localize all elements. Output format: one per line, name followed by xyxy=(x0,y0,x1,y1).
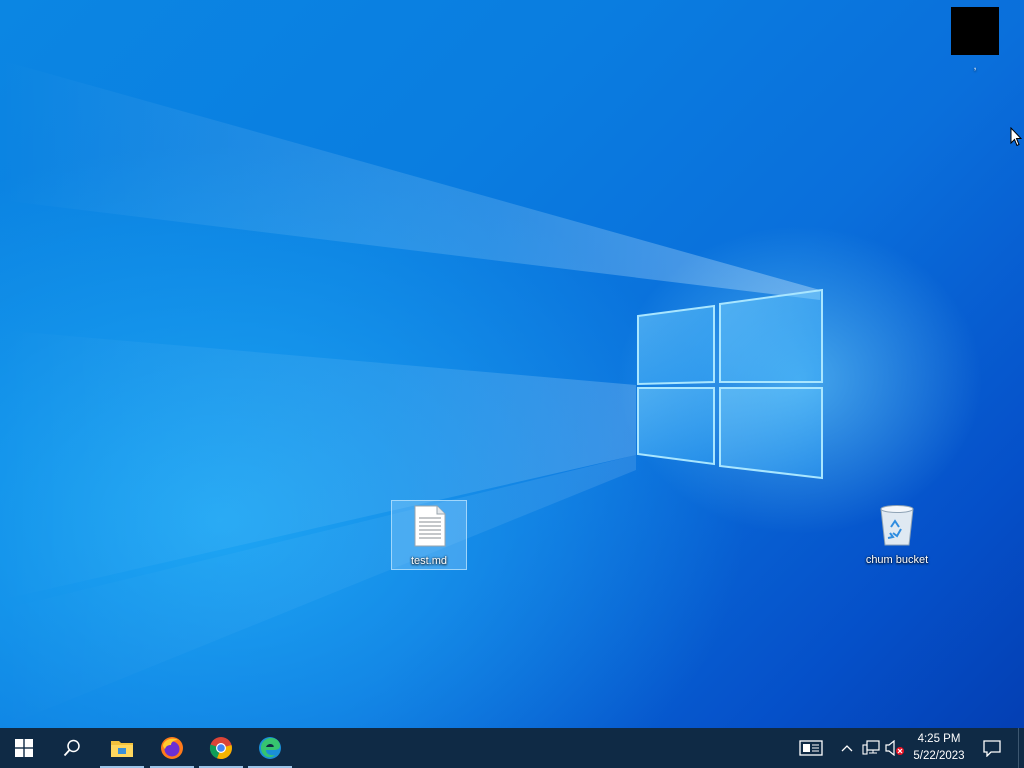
taskbar-file-explorer[interactable] xyxy=(98,728,146,768)
chevron-up-icon xyxy=(841,745,853,752)
action-center-icon xyxy=(983,739,1001,757)
clock-date: 5/22/2023 xyxy=(913,750,965,762)
network-icon xyxy=(862,740,880,755)
start-button[interactable] xyxy=(0,728,48,768)
clock[interactable]: 4:25 PM 5/22/2023 xyxy=(906,728,972,768)
taskbar-firefox[interactable] xyxy=(148,728,196,768)
taskbar-edge[interactable] xyxy=(246,728,294,768)
show-desktop-button[interactable] xyxy=(1018,728,1024,768)
desktop-icon-label: test.md xyxy=(410,555,448,567)
action-center-button[interactable] xyxy=(978,728,1006,768)
desktop-icon-label: chum bucket xyxy=(865,554,929,566)
recycle-bin-icon xyxy=(880,505,914,546)
volume-button[interactable] xyxy=(884,728,906,768)
file-explorer-icon xyxy=(111,741,133,757)
desktop-icon-test-md[interactable]: test.md xyxy=(391,500,467,570)
chrome-icon xyxy=(209,737,232,760)
network-button[interactable] xyxy=(860,728,882,768)
taskbar: 4:25 PM 5/22/2023 xyxy=(0,728,1024,768)
search-button[interactable] xyxy=(48,728,96,768)
show-hidden-icons-button[interactable] xyxy=(838,728,856,768)
taskbar-chrome[interactable] xyxy=(197,728,245,768)
desktop[interactable]: , test.md chum bucket xyxy=(0,0,1024,728)
windows-logo-wallpaper xyxy=(637,288,823,480)
text-document-icon xyxy=(414,505,446,547)
firefox-icon xyxy=(161,737,183,759)
mouse-cursor-icon xyxy=(1010,127,1022,147)
volume-muted-icon xyxy=(885,740,904,756)
clock-time: 4:25 PM xyxy=(917,733,961,745)
news-widget-icon xyxy=(799,740,823,756)
edge-icon xyxy=(259,737,281,759)
windows-start-icon xyxy=(15,739,33,757)
desktop-icon-recycle-bin[interactable]: chum bucket xyxy=(859,500,935,570)
news-widget-button[interactable] xyxy=(794,728,828,768)
search-icon xyxy=(63,739,80,757)
wallpaper-light-beams xyxy=(0,60,820,728)
desktop-item-black-thumbnail[interactable] xyxy=(951,7,999,55)
desktop-item-black-label: , xyxy=(973,60,977,72)
